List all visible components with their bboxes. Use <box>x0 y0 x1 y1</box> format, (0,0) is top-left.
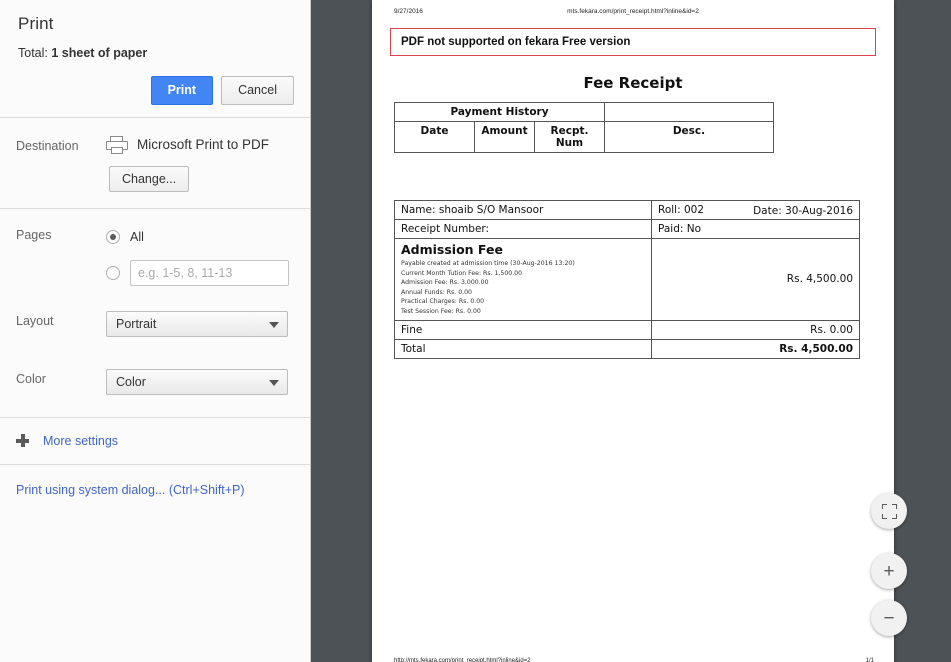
print-options-section: Pages All Layout Portrait <box>0 209 310 418</box>
pages-option-row: Pages All <box>0 225 310 286</box>
table-row: Name: shoaib S/O Mansoor Roll: 002 Date:… <box>394 200 860 220</box>
col-amount: Amount <box>474 121 535 153</box>
pages-custom-row[interactable] <box>106 259 294 286</box>
layout-label: Layout <box>16 313 54 328</box>
print-settings-sidebar: Print Total: 1 sheet of paper Print Canc… <box>0 0 311 662</box>
layout-select[interactable]: Portrait <box>106 310 288 337</box>
receipt-number-cell: Receipt Number: <box>394 219 652 239</box>
list-item: Admission Fee: Rs. 3,000.00 <box>401 279 489 287</box>
fee-amount-cell: Rs. 4,500.00 <box>651 238 860 321</box>
page-range-input[interactable] <box>130 259 289 286</box>
col-desc: Desc. <box>604 121 774 153</box>
payment-history-table: Payment History Date Amount Recpt. Num D… <box>394 102 774 153</box>
cancel-button[interactable]: Cancel <box>221 76 294 105</box>
receipt-date: Date: 30-Aug-2016 <box>753 205 853 217</box>
change-destination-button[interactable]: Change... <box>109 165 190 192</box>
fine-label-cell: Fine <box>394 319 652 340</box>
header-date: 9/27/2016 <box>394 8 423 15</box>
preview-page: 9/27/2016 mts.fekara.com/print_receipt.h… <box>372 0 894 662</box>
fee-heading: Admission Fee <box>401 242 503 257</box>
action-buttons: Print Cancel <box>16 76 294 105</box>
plus-icon <box>16 434 29 448</box>
list-item: Practical Charges: Rs. 0.00 <box>401 298 485 306</box>
pages-label: Pages <box>16 227 52 242</box>
col-date: Date <box>394 121 475 153</box>
layout-option-row: Layout Portrait <box>0 310 310 337</box>
pages-all-label: All <box>130 229 144 244</box>
total-label: Total: <box>18 46 48 60</box>
total-value: 1 sheet of paper <box>51 46 148 60</box>
pdf-warning-banner: PDF not supported on fekara Free version <box>390 28 876 56</box>
printer-icon <box>106 135 128 154</box>
pages-custom-radio[interactable] <box>106 265 120 280</box>
fine-amount-cell: Rs. 0.00 <box>651 319 860 340</box>
print-system-dialog-link[interactable]: Print using system dialog... (Ctrl+Shift… <box>16 483 245 497</box>
payment-history-blank-cell <box>604 102 774 122</box>
pages-all-row[interactable]: All <box>106 225 294 249</box>
payment-history-caption: Payment History <box>394 102 605 122</box>
destination-label: Destination <box>16 138 79 153</box>
student-name-cell: Name: shoaib S/O Mansoor <box>394 200 652 220</box>
more-settings-label: More settings <box>43 433 119 448</box>
zoom-in-button[interactable]: + <box>871 553 907 589</box>
print-preview-window: Print Total: 1 sheet of paper Print Canc… <box>0 0 951 662</box>
roll-number: Roll: 002 <box>658 204 704 216</box>
more-settings-button[interactable]: More settings <box>0 418 310 465</box>
list-item: Annual Funds: Rs. 0.00 <box>401 288 472 296</box>
receipt-title: Fee Receipt <box>583 74 683 92</box>
footer-url: http://mts.fekara.com/print_receipt.html… <box>394 658 531 662</box>
fee-details-cell: Admission Fee Payable created at admissi… <box>394 238 652 321</box>
color-option-row: Color Color <box>0 368 310 395</box>
table-row: Admission Fee Payable created at admissi… <box>394 238 860 321</box>
print-header-section: Print Total: 1 sheet of paper Print Canc… <box>0 0 310 118</box>
minus-icon: − <box>883 607 895 629</box>
fee-receipt-table: Name: shoaib S/O Mansoor Roll: 002 Date:… <box>394 200 860 359</box>
print-button[interactable]: Print <box>150 76 214 105</box>
fit-to-page-button[interactable] <box>871 493 907 529</box>
destination-value: Microsoft Print to PDF <box>106 135 294 154</box>
zoom-out-button[interactable]: − <box>871 600 907 636</box>
chevron-down-icon <box>269 321 279 328</box>
page-title: Print <box>18 14 54 33</box>
list-item: Payable created at admission time (30-Au… <box>401 260 575 267</box>
system-dialog-section: Print using system dialog... (Ctrl+Shift… <box>0 465 310 515</box>
color-select[interactable]: Color <box>106 368 288 395</box>
pages-all-radio[interactable] <box>106 229 120 244</box>
header-url: mts.fekara.com/print_receipt.html?inline… <box>567 8 699 15</box>
total-label-cell: Total <box>394 338 652 359</box>
table-row: Date Amount Recpt. Num Desc. <box>394 121 774 153</box>
chevron-down-icon <box>269 379 279 386</box>
list-item: Test Session Fee: Rs. 0.00 <box>401 308 481 316</box>
fit-to-page-icon <box>881 503 897 519</box>
preview-pane: 9/27/2016 mts.fekara.com/print_receipt.h… <box>311 0 951 662</box>
total-amount-cell: Rs. 4,500.00 <box>651 338 860 359</box>
total-sheets-text: Total: 1 sheet of paper <box>18 46 294 60</box>
col-receipt-num: Recpt. Num <box>534 121 605 153</box>
printer-name: Microsoft Print to PDF <box>137 137 270 153</box>
table-row: Payment History <box>394 102 774 122</box>
table-row: Receipt Number: Paid: No <box>394 219 860 239</box>
roll-date-cell: Roll: 002 Date: 30-Aug-2016 <box>651 200 860 220</box>
footer-page-number: 1/1 <box>865 658 874 662</box>
list-item: Current Month Tution Fee: Rs. 1,500.00 <box>401 269 523 277</box>
plus-icon: + <box>883 560 895 582</box>
fee-breakdown-list: Payable created at admission time (30-Au… <box>401 259 645 317</box>
destination-section: Destination Microsoft Print to PDF Chang… <box>0 118 310 209</box>
color-label: Color <box>16 371 46 386</box>
paid-status-cell: Paid: No <box>651 219 860 239</box>
table-row: Fine Rs. 0.00 <box>394 319 860 340</box>
page-header: 9/27/2016 mts.fekara.com/print_receipt.h… <box>390 0 876 22</box>
table-row: Total Rs. 4,500.00 <box>394 338 860 359</box>
